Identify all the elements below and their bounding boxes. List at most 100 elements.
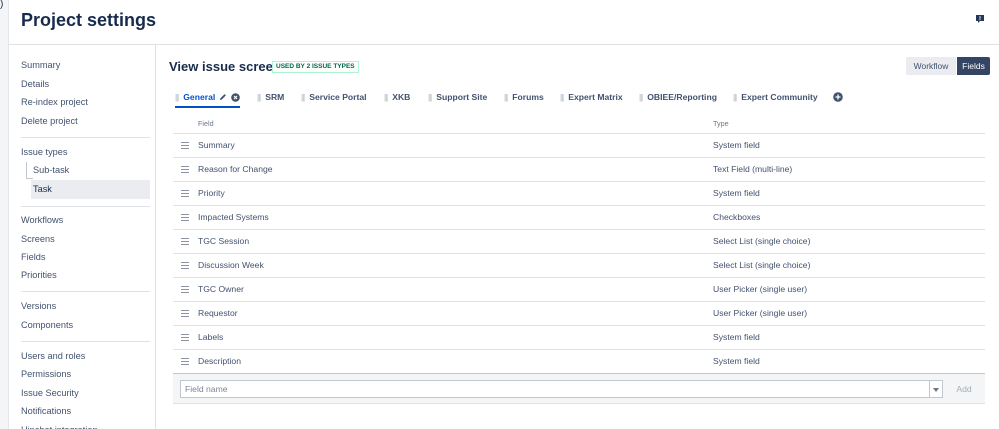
field-type-cell: Checkboxes: [713, 212, 761, 222]
table-row[interactable]: Description System field: [173, 350, 985, 374]
drag-handle-icon[interactable]: [181, 334, 189, 341]
sidebar-item-re-index-project[interactable]: Re-index project: [9, 93, 150, 112]
tab-grip-icon: |||: [175, 92, 179, 102]
field-dropdown-button[interactable]: [930, 380, 943, 398]
add-field-button[interactable]: Add: [949, 380, 979, 398]
close-icon[interactable]: [231, 92, 241, 102]
drag-handle-icon[interactable]: [181, 190, 189, 197]
sidebar-item-issue-types[interactable]: Issue types: [9, 143, 150, 162]
tab-grip-icon: |||: [301, 92, 305, 102]
tab-obiee-reporting[interactable]: ||| OBIEE/Reporting: [639, 89, 717, 105]
tab-service-portal[interactable]: ||| Service Portal: [301, 89, 367, 105]
field-type-cell: Select List (single choice): [713, 260, 811, 270]
tab-label: Service Portal: [309, 92, 367, 102]
sidebar-item-fields[interactable]: Fields: [9, 248, 150, 267]
drag-handle-icon[interactable]: [181, 214, 189, 221]
tab-grip-icon: |||: [504, 92, 508, 102]
sidebar-item-task[interactable]: Task: [31, 180, 150, 199]
field-type-cell: System field: [713, 188, 760, 198]
drag-handle-icon[interactable]: [181, 358, 189, 365]
column-header-field: Field: [198, 119, 214, 128]
sidebar-item-sub-task[interactable]: Sub-task: [9, 161, 150, 180]
sidebar-item-components[interactable]: Components: [9, 316, 150, 335]
field-name-cell: TGC Owner: [198, 284, 244, 294]
table-row[interactable]: Priority System field: [173, 182, 985, 206]
field-name-cell: Discussion Week: [198, 260, 264, 270]
table-row[interactable]: Impacted Systems Checkboxes: [173, 206, 985, 230]
fields-view-button[interactable]: Fields: [957, 57, 990, 75]
drag-handle-icon[interactable]: [181, 142, 189, 149]
table-row[interactable]: TGC Owner User Picker (single user): [173, 278, 985, 302]
drag-handle-icon[interactable]: [181, 286, 189, 293]
screen-tabs: ||| General ||| SRM ||| Service Portal |…: [173, 89, 983, 108]
tab-general[interactable]: ||| General: [175, 89, 241, 108]
drag-handle-icon[interactable]: [181, 310, 189, 317]
sidebar: Summary Details Re-index project Delete …: [9, 45, 156, 429]
tab-forums[interactable]: ||| Forums: [504, 89, 544, 105]
sidebar-item-users-and-roles[interactable]: Users and roles: [9, 347, 150, 366]
sidebar-divider: [21, 206, 150, 207]
drag-handle-icon[interactable]: [181, 238, 189, 245]
field-name-cell: Labels: [198, 332, 224, 342]
drag-handle-icon[interactable]: [181, 166, 189, 173]
sidebar-item-permissions[interactable]: Permissions: [9, 365, 150, 384]
table-row[interactable]: Reason for Change Text Field (multi-line): [173, 158, 985, 182]
pencil-icon[interactable]: [219, 93, 227, 101]
sidebar-item-hipchat-integration[interactable]: Hipchat integration: [9, 421, 150, 429]
page-title: Project settings: [21, 10, 157, 30]
sidebar-item-workflows[interactable]: Workflows: [9, 211, 150, 230]
usage-badge: USED BY 2 ISSUE TYPES: [272, 61, 359, 73]
tab-label: General: [183, 92, 216, 102]
field-name-cell: Requestor: [198, 308, 238, 318]
tab-grip-icon: |||: [733, 92, 737, 102]
field-name-cell: Priority: [198, 188, 225, 198]
field-type-cell: Select List (single choice): [713, 236, 811, 246]
tab-grip-icon: |||: [428, 92, 432, 102]
sidebar-item-details[interactable]: Details: [9, 75, 150, 94]
sidebar-divider: [21, 137, 150, 138]
table-row[interactable]: Summary System field: [173, 134, 985, 158]
tab-label: Expert Community: [741, 92, 818, 102]
field-type-cell: System field: [713, 356, 760, 366]
sidebar-item-issue-security[interactable]: Issue Security: [9, 384, 150, 403]
workflow-view-button[interactable]: Workflow: [906, 57, 956, 75]
sidebar-item-delete-project[interactable]: Delete project: [9, 112, 150, 131]
tab-label: XKB: [392, 92, 411, 102]
tab-label: Forums: [512, 92, 544, 102]
sidebar-item-versions[interactable]: Versions: [9, 297, 150, 316]
table-row[interactable]: Requestor User Picker (single user): [173, 302, 985, 326]
tab-xkb[interactable]: ||| XKB: [384, 89, 410, 105]
table-row[interactable]: Labels System field: [173, 326, 985, 350]
tab-expert-community[interactable]: ||| Expert Community: [733, 89, 818, 105]
tab-label: SRM: [265, 92, 285, 102]
tab-grip-icon: |||: [560, 92, 564, 102]
field-name-cell: Description: [198, 356, 241, 366]
field-name-cell: Impacted Systems: [198, 212, 269, 222]
main-content: View issue screen USED BY 2 ISSUE TYPES …: [157, 45, 999, 429]
field-name-input[interactable]: [180, 380, 930, 398]
tab-label: Support Site: [436, 92, 488, 102]
sidebar-item-priorities[interactable]: Priorities: [9, 266, 150, 285]
table-row[interactable]: TGC Session Select List (single choice): [173, 230, 985, 254]
tab-expert-matrix[interactable]: ||| Expert Matrix: [560, 89, 623, 105]
tab-grip-icon: |||: [257, 92, 261, 102]
table-row[interactable]: Discussion Week Select List (single choic…: [173, 254, 985, 278]
chevron-down-icon: [933, 388, 939, 392]
add-field-bar: Add: [173, 373, 985, 404]
sidebar-divider: [21, 341, 150, 342]
sidebar-item-notifications[interactable]: Notifications: [9, 402, 150, 421]
field-name-cell: Summary: [198, 140, 235, 150]
corner-glyph: ): [0, 0, 4, 10]
drag-handle-icon[interactable]: [181, 262, 189, 269]
tab-srm[interactable]: ||| SRM: [257, 89, 284, 105]
plus-icon[interactable]: [833, 92, 843, 102]
tab-grip-icon: |||: [384, 92, 388, 102]
tab-support-site[interactable]: ||| Support Site: [428, 89, 487, 105]
tab-label: OBIEE/Reporting: [647, 92, 717, 102]
feedback-icon[interactable]: [975, 14, 985, 24]
sidebar-item-summary[interactable]: Summary: [9, 56, 150, 75]
field-type-cell: User Picker (single user): [713, 308, 808, 318]
field-type-cell: System field: [713, 140, 760, 150]
field-name-cell: TGC Session: [198, 236, 250, 246]
sidebar-item-screens[interactable]: Screens: [9, 230, 150, 249]
